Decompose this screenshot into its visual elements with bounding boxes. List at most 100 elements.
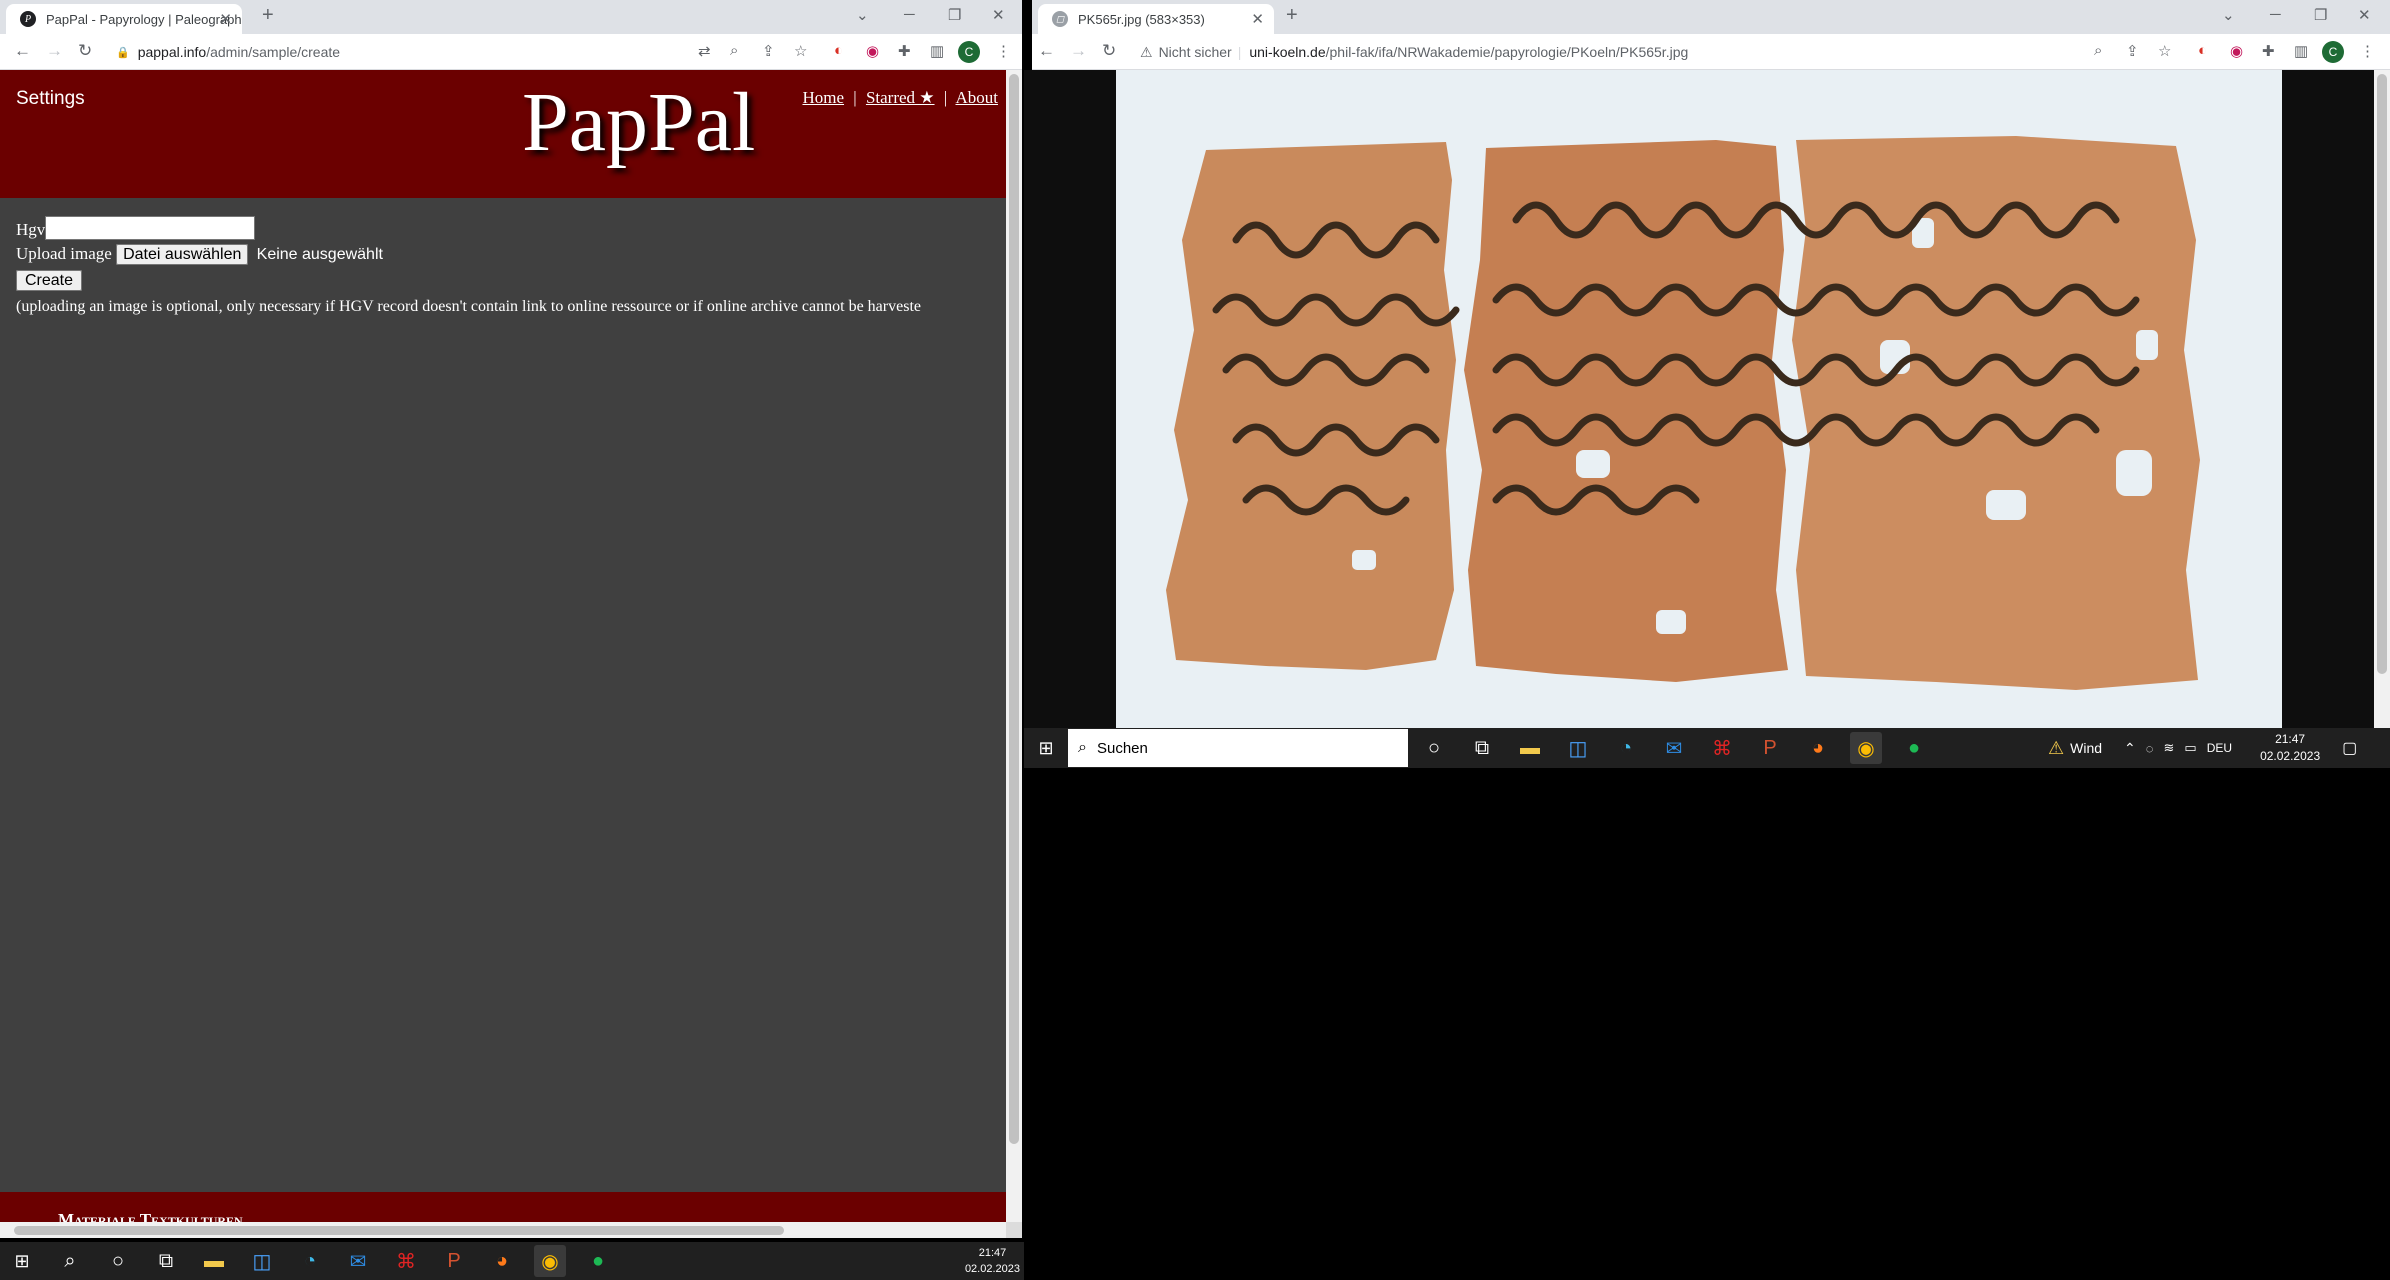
settings-link[interactable]: Settings — [16, 88, 85, 110]
left-tab-pappal[interactable]: P PapPal - Papyrology | Paleograph ✕ — [6, 4, 242, 34]
nav-about[interactable]: About — [956, 88, 999, 107]
profile-avatar[interactable]: C — [958, 41, 980, 63]
security-label: Nicht sicher — [1158, 44, 1232, 60]
extension-red-icon[interactable]: ◐ — [2198, 42, 2207, 59]
right-vertical-scroll-thumb[interactable] — [2377, 74, 2387, 674]
menu-kebab-icon[interactable]: ⋮ — [2360, 42, 2375, 60]
cortana-icon[interactable]: ○ — [1418, 732, 1450, 764]
extensions-puzzle-icon[interactable]: ✚ — [2262, 42, 2275, 60]
extensions-puzzle-icon[interactable]: ✚ — [898, 42, 911, 60]
network-icon[interactable]: ◌ — [2146, 741, 2154, 756]
search-icon[interactable]: ⌕ — [54, 1245, 86, 1277]
tab-search-chevron-icon[interactable]: ⌄ — [856, 6, 869, 24]
zoom-icon[interactable]: ⌕ — [2094, 42, 2102, 59]
weather-text[interactable]: Wind — [2070, 740, 2102, 756]
minimize-icon[interactable]: ─ — [2270, 6, 2281, 23]
extension-red-icon[interactable]: ◐ — [834, 42, 843, 59]
url-domain: pappal.info — [137, 44, 207, 60]
window-close-icon[interactable]: ✕ — [992, 6, 1005, 24]
close-icon[interactable]: ✕ — [219, 10, 232, 28]
mail-icon[interactable]: ✉ — [1658, 732, 1690, 764]
reload-icon[interactable]: ↻ — [78, 41, 92, 61]
taskbar-search-box[interactable]: ⌕ Suchen — [1068, 729, 1408, 767]
back-icon[interactable]: ← — [14, 41, 31, 61]
footer-text: Materiale Textkulturen — [58, 1210, 243, 1222]
task-view-icon[interactable]: ⧉ — [1466, 732, 1498, 764]
start-windows-icon[interactable]: ⊞ — [6, 1245, 38, 1277]
choose-file-button[interactable]: Datei auswählen — [116, 244, 249, 265]
acrobat-icon[interactable]: ⌘ — [390, 1245, 422, 1277]
restore-icon[interactable]: ❐ — [948, 6, 961, 24]
tray-chevron-icon[interactable]: ⌃ — [2124, 740, 2136, 757]
powerpoint-icon[interactable]: P — [438, 1245, 470, 1277]
side-panel-icon[interactable]: ▥ — [930, 42, 944, 60]
share-icon[interactable]: ⇪ — [2126, 42, 2139, 60]
edge-icon[interactable]: ◔ — [1610, 732, 1642, 764]
hgv-input[interactable] — [45, 216, 256, 240]
powerpoint-icon[interactable]: P — [1754, 732, 1786, 764]
taskbar-clock[interactable]: 21:47 02.02.2023 — [965, 1245, 1020, 1277]
translate-icon[interactable]: ⇄ — [698, 42, 711, 60]
papyrus-fragment-middle — [1464, 140, 1788, 682]
edge-icon[interactable]: ◔ — [294, 1245, 326, 1277]
reload-icon[interactable]: ↻ — [1102, 41, 1116, 61]
battery-icon[interactable]: ▭ — [2184, 740, 2196, 756]
wifi-icon[interactable]: ≋ — [2164, 740, 2175, 756]
left-vertical-scroll-thumb[interactable] — [1009, 74, 1019, 1144]
zoom-icon[interactable]: ⌕ — [730, 42, 738, 59]
extension-pink-icon[interactable]: ◉ — [2230, 42, 2243, 60]
chrome-icon[interactable]: ◉ — [534, 1245, 566, 1277]
new-tab-button[interactable]: + — [1286, 4, 1298, 27]
firefox-icon[interactable]: ◕ — [1802, 732, 1834, 764]
left-tab-title: PapPal - Papyrology | Paleograph — [46, 11, 242, 27]
back-icon[interactable]: ← — [1038, 41, 1055, 61]
taskbar-clock[interactable]: 21:47 02.02.2023 — [2260, 731, 2320, 765]
chrome-icon[interactable]: ◉ — [1850, 732, 1882, 764]
bookmark-star-icon[interactable]: ☆ — [2158, 42, 2171, 60]
language-indicator[interactable]: DEU — [2207, 741, 2232, 755]
weather-warning-icon: ⚠ — [2048, 737, 2065, 758]
start-windows-icon[interactable]: ⊞ — [1030, 732, 1062, 764]
file-status: Keine ausgewählt — [256, 246, 383, 263]
file-explorer-icon[interactable]: ▬ — [198, 1245, 230, 1277]
nav-home[interactable]: Home — [802, 88, 844, 107]
url-path: /admin/sample/create — [206, 44, 341, 60]
pappal-page: Settings PapPal Home | Starred ★ | About… — [0, 70, 1006, 1222]
spotify-icon[interactable]: ● — [582, 1245, 614, 1277]
minimize-icon[interactable]: ─ — [904, 6, 915, 23]
right-tab-image[interactable]: ◻ PK565r.jpg (583×353) ✕ — [1038, 4, 1274, 34]
window-close-icon[interactable]: ✕ — [2358, 6, 2371, 24]
notification-icon[interactable]: ▢ — [2342, 738, 2357, 758]
acrobat-icon[interactable]: ⌘ — [1706, 732, 1738, 764]
menu-kebab-icon[interactable]: ⋮ — [996, 42, 1011, 60]
new-tab-button[interactable]: + — [262, 4, 274, 27]
lock-icon: 🔒 — [116, 46, 130, 59]
bookmark-star-icon[interactable]: ☆ — [794, 42, 807, 60]
firefox-icon[interactable]: ◕ — [486, 1245, 518, 1277]
profile-avatar[interactable]: C — [2322, 41, 2344, 63]
task-view-icon[interactable]: ⧉ — [150, 1245, 182, 1277]
share-icon[interactable]: ⇪ — [762, 42, 775, 60]
store-icon[interactable]: ◫ — [1562, 732, 1594, 764]
search-icon: ⌕ — [1078, 739, 1087, 756]
store-icon[interactable]: ◫ — [246, 1245, 278, 1277]
spotify-icon[interactable]: ● — [1898, 732, 1930, 764]
create-button[interactable]: Create — [16, 270, 83, 291]
extension-pink-icon[interactable]: ◉ — [866, 42, 879, 60]
nav-starred[interactable]: Starred ★ — [866, 88, 935, 107]
restore-icon[interactable]: ❐ — [2314, 6, 2327, 24]
close-icon[interactable]: ✕ — [1251, 10, 1264, 28]
forward-icon[interactable]: → — [46, 41, 63, 61]
side-panel-icon[interactable]: ▥ — [2294, 42, 2308, 60]
forward-icon[interactable]: → — [1070, 41, 1087, 61]
tab-search-chevron-icon[interactable]: ⌄ — [2222, 6, 2235, 24]
search-placeholder: Suchen — [1096, 739, 1148, 757]
hgv-label: Hgv — [16, 220, 46, 239]
mail-icon[interactable]: ✉ — [342, 1245, 374, 1277]
right-address-bar[interactable]: ⚠ Nicht sicher | uni-koeln.de/phil-fak/i… — [1140, 40, 1688, 64]
left-address-bar[interactable]: 🔒 pappal.info/admin/sample/create — [116, 40, 340, 64]
file-explorer-icon[interactable]: ▬ — [1514, 732, 1546, 764]
cortana-icon[interactable]: ○ — [102, 1245, 134, 1277]
left-horizontal-scroll-thumb[interactable] — [14, 1226, 784, 1235]
clock-date: 02.02.2023 — [964, 1263, 1020, 1275]
